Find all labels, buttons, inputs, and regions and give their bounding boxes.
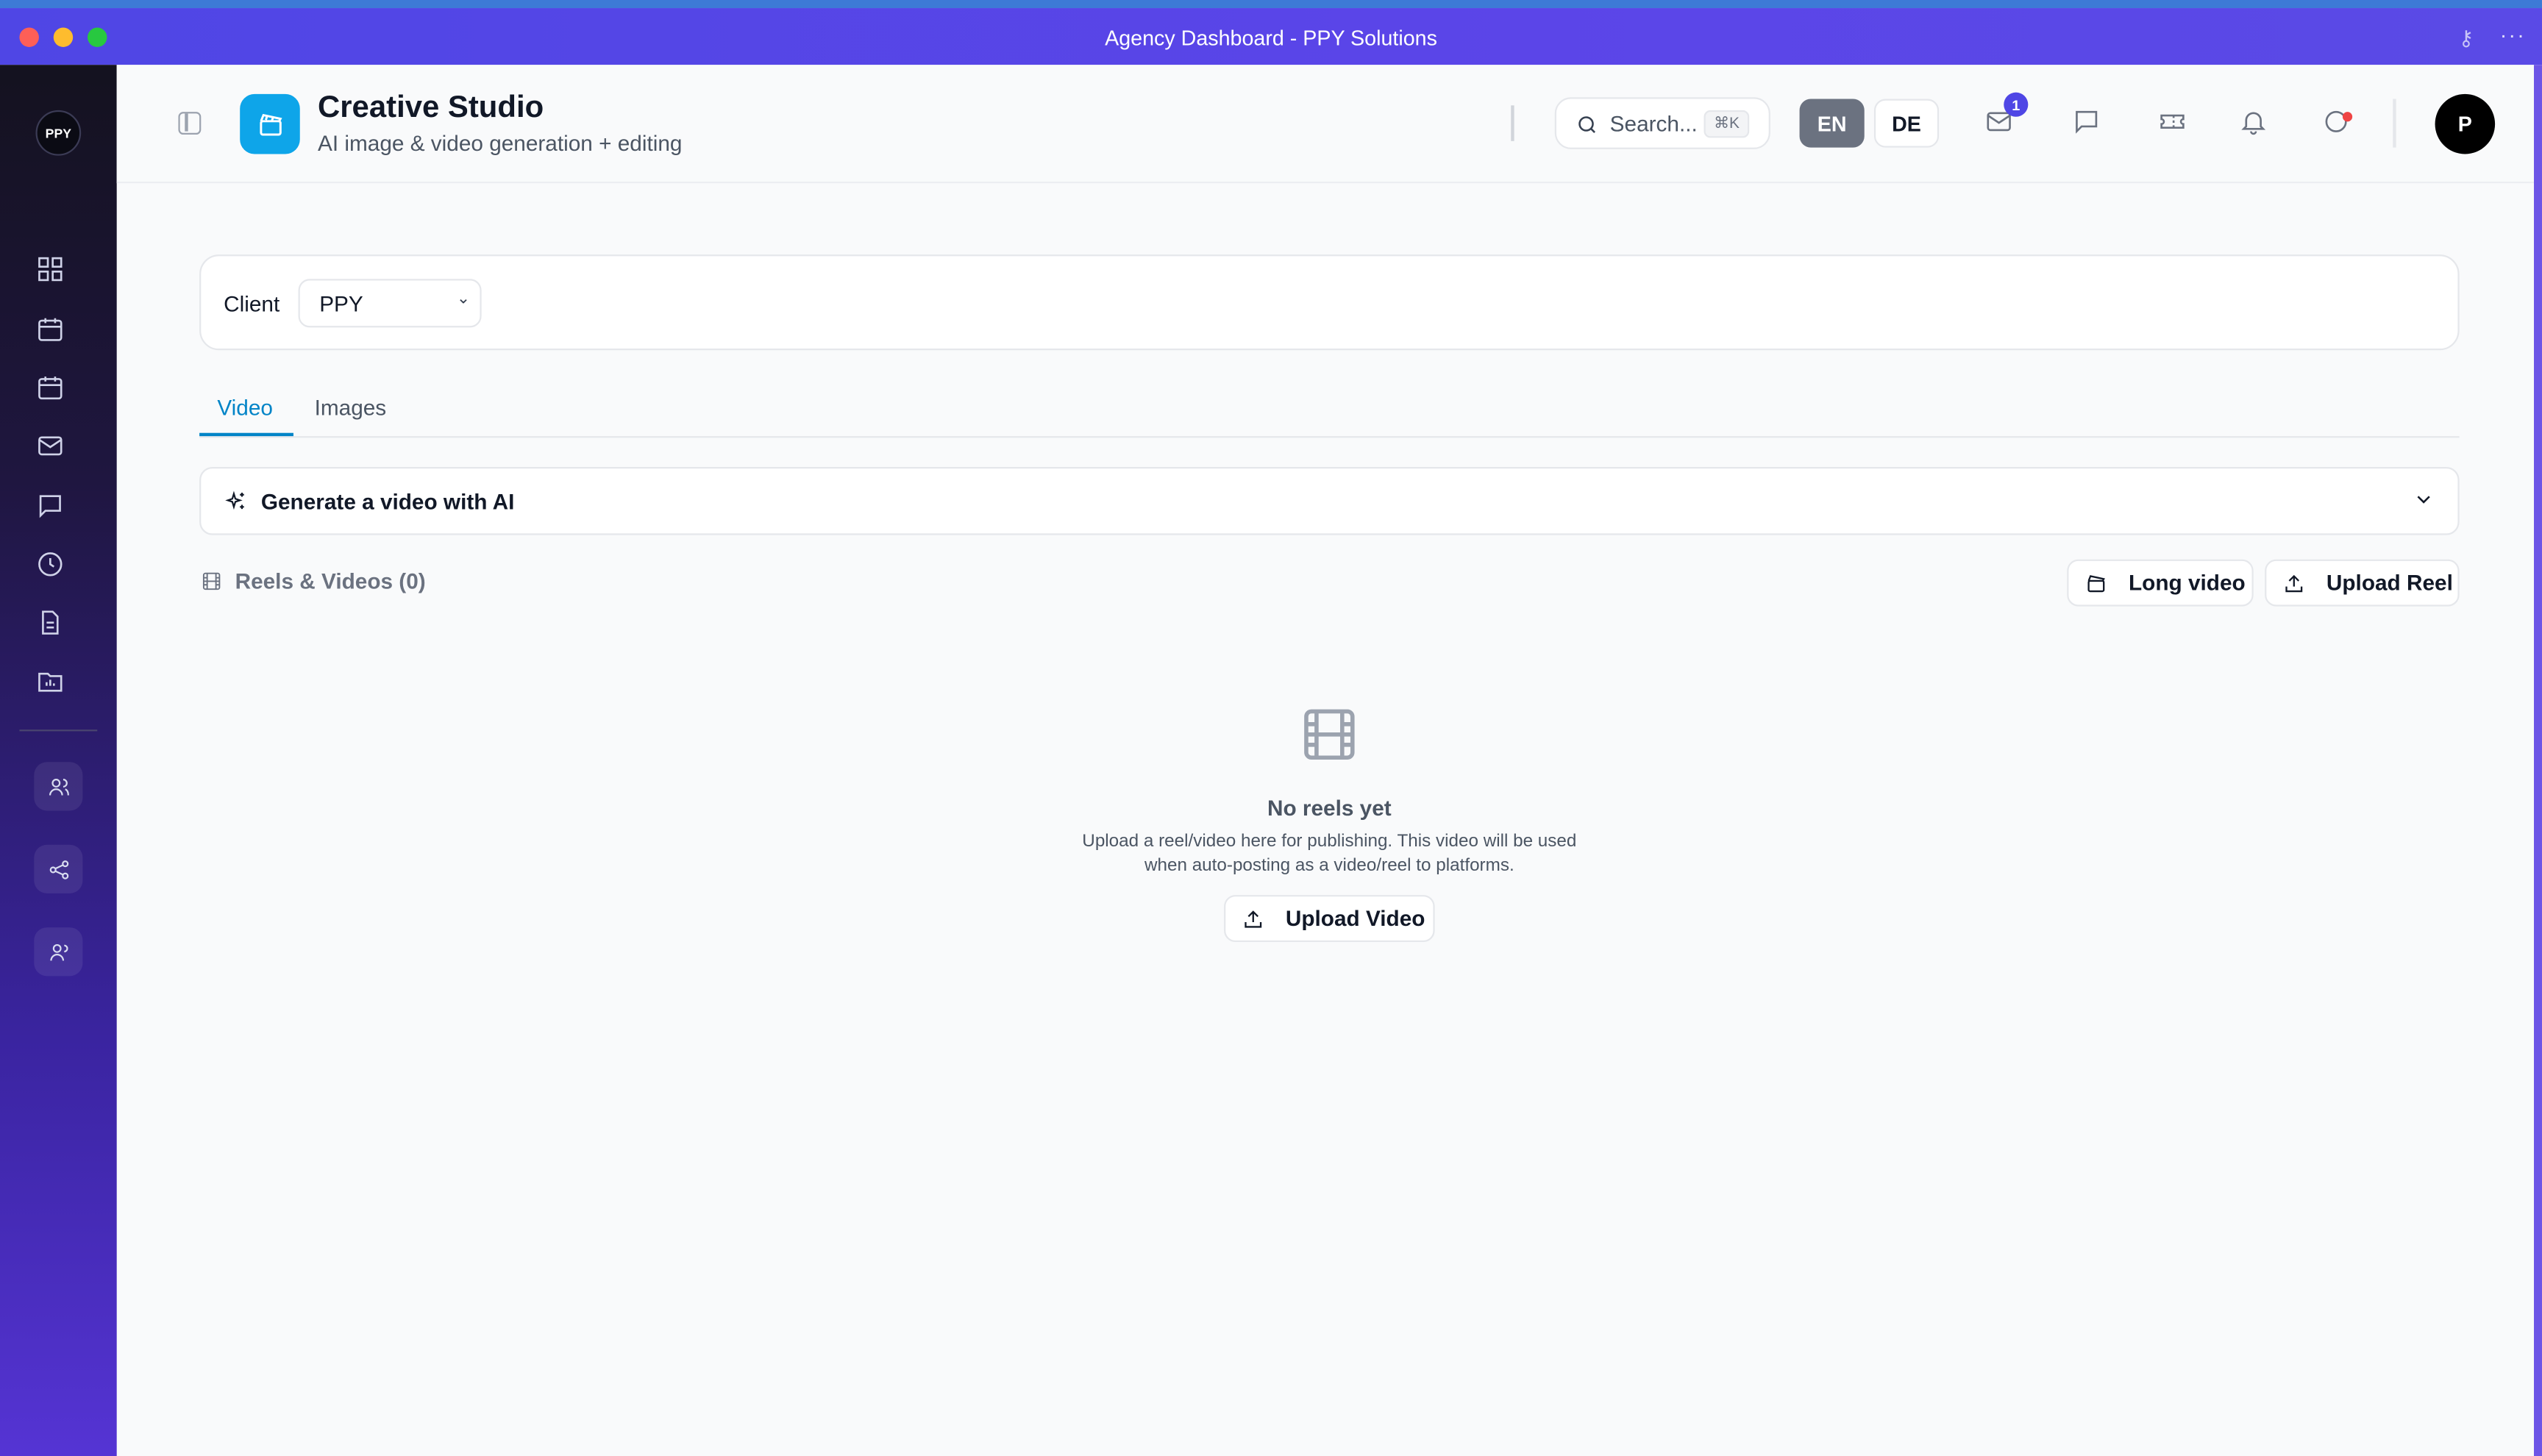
window-title: Agency Dashboard - PPY Solutions bbox=[1105, 26, 1437, 51]
chevron-down-icon bbox=[2413, 488, 2435, 519]
calendar-grid-icon[interactable] bbox=[34, 371, 66, 404]
page-subtitle: AI image & video generation + editing bbox=[318, 131, 683, 156]
clapperboard-icon bbox=[2084, 572, 2107, 599]
tab-video[interactable]: Video bbox=[217, 396, 273, 420]
ppy-logo[interactable]: PPY bbox=[35, 110, 82, 156]
mail-badge: 1 bbox=[2004, 92, 2029, 117]
long-video-button[interactable]: Long video bbox=[2067, 559, 2254, 607]
generate-video-label: Generate a video with AI bbox=[260, 489, 515, 514]
upload-reel-label: Upload Reel bbox=[2326, 571, 2453, 596]
page-title: Creative Studio bbox=[318, 90, 544, 125]
sidebar-toggle-icon[interactable] bbox=[178, 112, 202, 135]
share-icon[interactable] bbox=[34, 844, 83, 893]
clapperboard-icon bbox=[240, 93, 300, 154]
header-divider bbox=[2393, 99, 2396, 148]
upload-video-label: Upload Video bbox=[1285, 906, 1425, 931]
ticket-icon[interactable] bbox=[2158, 107, 2190, 140]
mail-icon[interactable] bbox=[34, 429, 66, 462]
window-titlebar: Agency Dashboard - PPY Solutions ⚷ ··· bbox=[0, 0, 2542, 65]
generate-video-accordion[interactable]: Generate a video with AI bbox=[199, 467, 2460, 535]
chat-icon[interactable] bbox=[34, 490, 66, 522]
sidebar: PPY bbox=[0, 65, 117, 1456]
sparkles-icon bbox=[224, 490, 248, 522]
clock-icon[interactable] bbox=[34, 548, 66, 580]
key-icon[interactable]: ⚷ bbox=[2458, 26, 2474, 51]
bell-icon[interactable] bbox=[2239, 107, 2271, 140]
sidebar-divider bbox=[19, 729, 98, 732]
window-edge bbox=[2534, 65, 2542, 1456]
upload-reel-button[interactable]: Upload Reel bbox=[2265, 559, 2460, 607]
language-de-button[interactable]: DE bbox=[1873, 99, 1940, 148]
page-header: Creative Studio AI image & video generat… bbox=[116, 65, 2542, 184]
tab-images[interactable]: Images bbox=[315, 396, 387, 420]
language-en-button[interactable]: EN bbox=[1799, 99, 1865, 148]
client-card: Client PPY ⌄ bbox=[199, 254, 2460, 351]
more-icon[interactable]: ··· bbox=[2500, 23, 2526, 47]
upload-video-button[interactable]: Upload Video bbox=[1224, 895, 1435, 943]
client-label: Client bbox=[224, 291, 280, 316]
chevron-down-icon: ⌄ bbox=[456, 290, 471, 308]
search-input[interactable]: Search... ⌘K bbox=[1554, 97, 1770, 149]
film-icon bbox=[201, 571, 222, 600]
active-tab-indicator bbox=[199, 432, 293, 437]
folder-chart-icon[interactable] bbox=[34, 665, 66, 697]
header-divider bbox=[1511, 105, 1514, 141]
upload-icon bbox=[2282, 572, 2305, 599]
film-icon bbox=[1298, 704, 1360, 774]
search-icon bbox=[1576, 113, 1598, 136]
search-placeholder: Search... bbox=[1609, 112, 1698, 137]
status-dot bbox=[2342, 112, 2353, 122]
upload-icon bbox=[1242, 908, 1264, 935]
empty-state-description: Upload a reel/video here for publishing.… bbox=[1082, 832, 1577, 876]
calendar-icon[interactable] bbox=[34, 313, 66, 346]
empty-state-title: No reels yet bbox=[1267, 796, 1392, 821]
users-icon[interactable] bbox=[34, 762, 83, 811]
search-shortcut: ⌘K bbox=[1703, 110, 1750, 138]
avatar[interactable]: P bbox=[2435, 93, 2496, 154]
media-tabs: Video Images bbox=[199, 382, 2460, 438]
dashboard-icon[interactable] bbox=[34, 253, 66, 285]
client-selected-value: PPY bbox=[319, 291, 363, 316]
chat-icon[interactable] bbox=[2072, 107, 2104, 140]
long-video-label: Long video bbox=[2128, 571, 2246, 596]
user-group-icon[interactable] bbox=[34, 927, 83, 977]
document-icon[interactable] bbox=[34, 607, 66, 639]
reels-section-title: Reels & Videos (0) bbox=[235, 568, 426, 593]
client-select[interactable]: PPY ⌄ bbox=[298, 279, 482, 328]
